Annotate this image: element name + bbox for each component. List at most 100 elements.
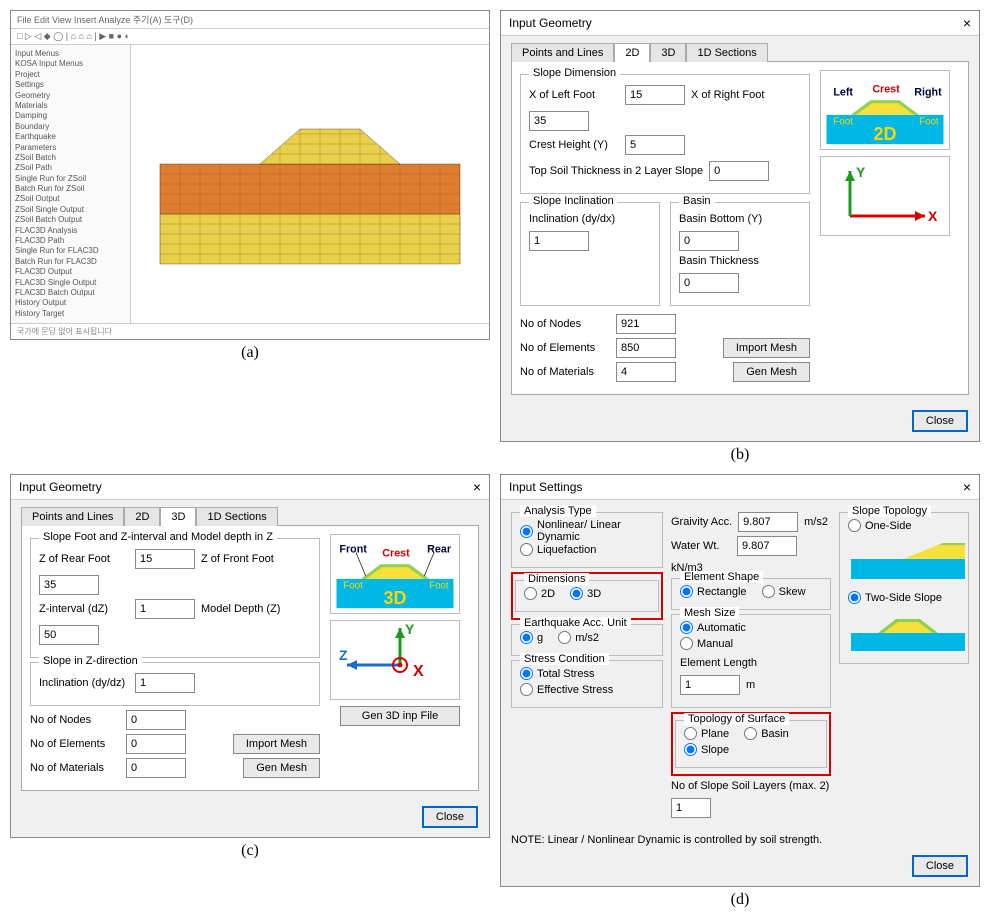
- x-right-foot-input[interactable]: [529, 111, 589, 131]
- tree-item[interactable]: FLAC3D Output: [15, 267, 126, 277]
- z-front-foot-input[interactable]: [39, 575, 99, 595]
- svg-text:Front: Front: [339, 544, 367, 556]
- menubar[interactable]: File Edit View Insert Analyze 주기(A) 도구(D…: [11, 11, 489, 29]
- close-button[interactable]: Close: [913, 411, 967, 431]
- lbl-incl: Inclination (dy/dx): [529, 213, 615, 225]
- opt-2d[interactable]: 2D: [524, 587, 555, 600]
- basin-thickness-input[interactable]: [679, 273, 739, 293]
- tree-item[interactable]: FLAC3D Batch Output: [15, 288, 126, 298]
- basin-bottom-input[interactable]: [679, 231, 739, 251]
- tree-item[interactable]: Batch Run for ZSoil: [15, 184, 126, 194]
- opt-basin[interactable]: Basin: [744, 727, 789, 740]
- close-button[interactable]: Close: [913, 856, 967, 876]
- top-soil-thickness-input[interactable]: [709, 161, 769, 181]
- gen-3d-inp-button[interactable]: Gen 3D inp File: [340, 706, 460, 726]
- opt-ms2[interactable]: m/s2: [558, 631, 599, 644]
- close-button[interactable]: Close: [423, 807, 477, 827]
- n-nodes-input[interactable]: [126, 710, 186, 730]
- model-depth-input[interactable]: [39, 625, 99, 645]
- n-materials-input[interactable]: [126, 758, 186, 778]
- opt-3d[interactable]: 3D: [570, 587, 601, 600]
- tree-item[interactable]: Parameters: [15, 143, 126, 153]
- tree-item[interactable]: Earthquake: [15, 132, 126, 142]
- tree-item[interactable]: History Target: [15, 309, 126, 319]
- close-icon[interactable]: ×: [963, 15, 971, 31]
- n-elements-input[interactable]: [126, 734, 186, 754]
- tab-1d-sections[interactable]: 1D Sections: [686, 43, 767, 62]
- tree-item[interactable]: FLAC3D Path: [15, 236, 126, 246]
- opt-skew[interactable]: Skew: [762, 585, 806, 598]
- gravity-input[interactable]: [738, 512, 798, 532]
- n-nodes-input[interactable]: [616, 314, 676, 334]
- opt-rectangle[interactable]: Rectangle: [680, 585, 747, 598]
- inclination-z-input[interactable]: [135, 673, 195, 693]
- legend: Topology of Surface: [684, 713, 789, 725]
- tree-item[interactable]: Materials: [15, 101, 126, 111]
- inclination-input[interactable]: [529, 231, 589, 251]
- tree-item[interactable]: ZSoil Single Output: [15, 205, 126, 215]
- opt-slope[interactable]: Slope: [684, 743, 729, 756]
- toolbar[interactable]: □ ▷ ◁ ◆ ◯ | ⌂ ⌂ ⌂ | ▶ ■ ● ◐: [11, 29, 489, 45]
- opt-automatic[interactable]: Automatic: [680, 621, 746, 634]
- tab-points-lines[interactable]: Points and Lines: [511, 43, 614, 62]
- tab-3d[interactable]: 3D: [160, 507, 196, 526]
- tree-item[interactable]: ZSoil Batch Output: [15, 215, 126, 225]
- tab-2d[interactable]: 2D: [614, 43, 650, 62]
- legend: Earthquake Acc. Unit: [520, 617, 631, 629]
- topology-surface-group: Topology of Surface Plane Basin Slope: [675, 720, 827, 768]
- z-interval-input[interactable]: [135, 599, 195, 619]
- water-wt-input[interactable]: [737, 536, 797, 556]
- n-materials-input[interactable]: [616, 362, 676, 382]
- note-text: NOTE: Linear / Nonlinear Dynamic is cont…: [501, 830, 979, 850]
- gen-mesh-button[interactable]: Gen Mesh: [733, 362, 810, 382]
- legend: Slope in Z-direction: [39, 655, 142, 667]
- opt-g[interactable]: g: [520, 631, 543, 644]
- opt-one-side[interactable]: One-Side: [848, 519, 911, 532]
- opt-two-side[interactable]: Two-Side Slope: [848, 591, 942, 604]
- tab-3d[interactable]: 3D: [650, 43, 686, 62]
- tree-item[interactable]: Project: [15, 70, 126, 80]
- tree-item[interactable]: ZSoil Path: [15, 163, 126, 173]
- gen-mesh-button[interactable]: Gen Mesh: [243, 758, 320, 778]
- tree-item[interactable]: Batch Run for FLAC3D: [15, 257, 126, 267]
- import-mesh-button[interactable]: Import Mesh: [233, 734, 320, 754]
- slope-dimension-group: Slope Dimension X of Left Foot X of Righ…: [520, 74, 810, 194]
- legend: Slope Topology: [848, 505, 931, 517]
- mesh-canvas[interactable]: [131, 45, 489, 323]
- slope-foot-z-group: Slope Foot and Z-interval and Model dept…: [30, 538, 320, 658]
- tab-points-lines[interactable]: Points and Lines: [21, 507, 124, 526]
- tree-item[interactable]: Damping: [15, 111, 126, 121]
- n-elements-input[interactable]: [616, 338, 676, 358]
- tree-item[interactable]: FLAC3D Analysis: [15, 226, 126, 236]
- tree-item[interactable]: History Output: [15, 298, 126, 308]
- tree-item[interactable]: ZSoil Batch: [15, 153, 126, 163]
- n-slope-layers-input[interactable]: [671, 798, 711, 818]
- lbl-crest-h: Crest Height (Y): [529, 139, 619, 151]
- tree-item[interactable]: Settings: [15, 80, 126, 90]
- tree-item[interactable]: ZSoil Output: [15, 194, 126, 204]
- tree-item[interactable]: Single Run for FLAC3D: [15, 246, 126, 256]
- project-tree[interactable]: Input Menus KOSA Input Menus Project Set…: [11, 45, 131, 323]
- opt-nonlinear[interactable]: Nonlinear/ Linear Dynamic: [520, 519, 642, 543]
- close-icon[interactable]: ×: [473, 479, 481, 495]
- tree-item[interactable]: FLAC3D Single Output: [15, 278, 126, 288]
- close-icon[interactable]: ×: [963, 479, 971, 495]
- tree-item[interactable]: Boundary: [15, 122, 126, 132]
- analysis-type-group: Analysis Type Nonlinear/ Linear Dynamic …: [511, 512, 663, 568]
- tab-1d-sections[interactable]: 1D Sections: [196, 507, 277, 526]
- opt-effective-stress[interactable]: Effective Stress: [520, 683, 613, 696]
- opt-manual[interactable]: Manual: [680, 637, 733, 650]
- tree-item[interactable]: Input Menus: [15, 49, 126, 59]
- tree-item[interactable]: Single Run for ZSoil: [15, 174, 126, 184]
- opt-total-stress[interactable]: Total Stress: [520, 667, 594, 680]
- tab-2d[interactable]: 2D: [124, 507, 160, 526]
- element-length-input[interactable]: [680, 675, 740, 695]
- x-left-foot-input[interactable]: [625, 85, 685, 105]
- crest-height-input[interactable]: [625, 135, 685, 155]
- opt-plane[interactable]: Plane: [684, 727, 729, 740]
- import-mesh-button[interactable]: Import Mesh: [723, 338, 810, 358]
- tree-item[interactable]: Geometry: [15, 91, 126, 101]
- tree-item[interactable]: KOSA Input Menus: [15, 59, 126, 69]
- opt-liquefaction[interactable]: Liquefaction: [520, 543, 596, 556]
- z-rear-foot-input[interactable]: [135, 549, 195, 569]
